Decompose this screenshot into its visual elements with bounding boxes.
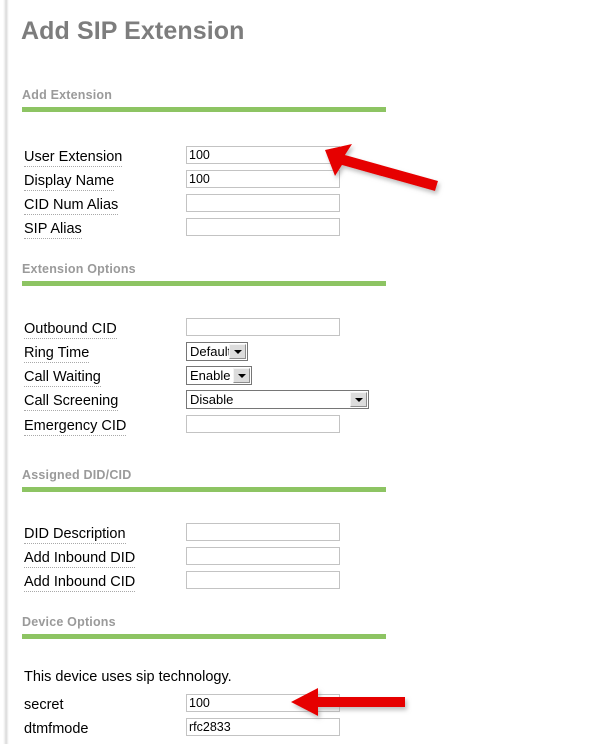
input-outbound-cid[interactable]	[186, 318, 340, 336]
input-emergency-cid[interactable]	[186, 415, 340, 433]
label-add-inbound-did: Add Inbound DID	[24, 550, 136, 568]
section-divider-add-extension	[22, 107, 386, 112]
input-add-inbound-cid[interactable]	[186, 571, 340, 589]
select-call-screening[interactable]: Disable	[186, 390, 369, 409]
chevron-down-icon[interactable]	[229, 344, 246, 359]
page-title: Add SIP Extension	[21, 17, 245, 45]
label-cid-num-alias: CID Num Alias	[24, 197, 119, 215]
select-ring-time-value: Default	[190, 344, 229, 359]
chevron-down-icon[interactable]	[233, 368, 250, 383]
input-sip-alias[interactable]	[186, 218, 340, 236]
input-did-description[interactable]	[186, 523, 340, 541]
input-display-name[interactable]	[186, 170, 340, 188]
page-container: Add SIP Extension Add Extension User Ext…	[0, 0, 600, 744]
select-call-screening-value: Disable	[190, 392, 234, 407]
select-call-waiting[interactable]: Enable	[186, 366, 252, 385]
field-row-dtmfmode: dtmfmode	[0, 718, 600, 742]
chevron-down-icon[interactable]	[350, 392, 367, 407]
field-row-call-screening: Call Screening Disable	[0, 390, 600, 414]
field-row-sip-alias: SIP Alias	[0, 218, 600, 242]
section-title-device-options: Device Options	[22, 615, 116, 629]
label-outbound-cid: Outbound CID	[24, 321, 117, 339]
label-ring-time: Ring Time	[24, 345, 90, 363]
field-row-user-extension: User Extension	[0, 146, 600, 170]
field-row-ring-time: Ring Time Default	[0, 342, 600, 366]
label-call-screening: Call Screening	[24, 393, 119, 411]
section-title-assigned-did-cid: Assigned DID/CID	[22, 468, 132, 482]
field-row-did-description: DID Description	[0, 523, 600, 547]
field-row-cid-num-alias: CID Num Alias	[0, 194, 600, 218]
input-dtmfmode[interactable]	[186, 718, 340, 736]
field-row-emergency-cid: Emergency CID	[0, 415, 600, 439]
input-cid-num-alias[interactable]	[186, 194, 340, 212]
label-call-waiting: Call Waiting	[24, 369, 101, 387]
label-display-name: Display Name	[24, 173, 115, 191]
section-divider-device-options	[22, 634, 386, 639]
section-divider-extension-options	[22, 281, 386, 286]
device-technology-note: This device uses sip technology.	[24, 669, 232, 685]
field-row-secret: secret	[0, 694, 600, 718]
field-row-outbound-cid: Outbound CID	[0, 318, 600, 342]
select-call-waiting-value: Enable	[190, 368, 231, 383]
label-did-description: DID Description	[24, 526, 126, 544]
field-row-display-name: Display Name	[0, 170, 600, 194]
section-title-add-extension: Add Extension	[22, 88, 113, 102]
label-add-inbound-cid: Add Inbound CID	[24, 574, 136, 592]
section-divider-assigned-did-cid	[22, 487, 386, 492]
label-sip-alias: SIP Alias	[24, 221, 82, 239]
label-emergency-cid: Emergency CID	[24, 418, 127, 436]
field-row-add-inbound-cid: Add Inbound CID	[0, 571, 600, 595]
label-user-extension: User Extension	[24, 149, 123, 167]
select-ring-time[interactable]: Default	[186, 342, 248, 361]
input-add-inbound-did[interactable]	[186, 547, 340, 565]
label-secret: secret	[24, 697, 64, 713]
label-dtmfmode: dtmfmode	[24, 721, 89, 737]
field-row-call-waiting: Call Waiting Enable	[0, 366, 600, 390]
section-title-extension-options: Extension Options	[22, 262, 136, 276]
input-secret[interactable]	[186, 694, 340, 712]
field-row-add-inbound-did: Add Inbound DID	[0, 547, 600, 571]
input-user-extension[interactable]	[186, 146, 340, 164]
